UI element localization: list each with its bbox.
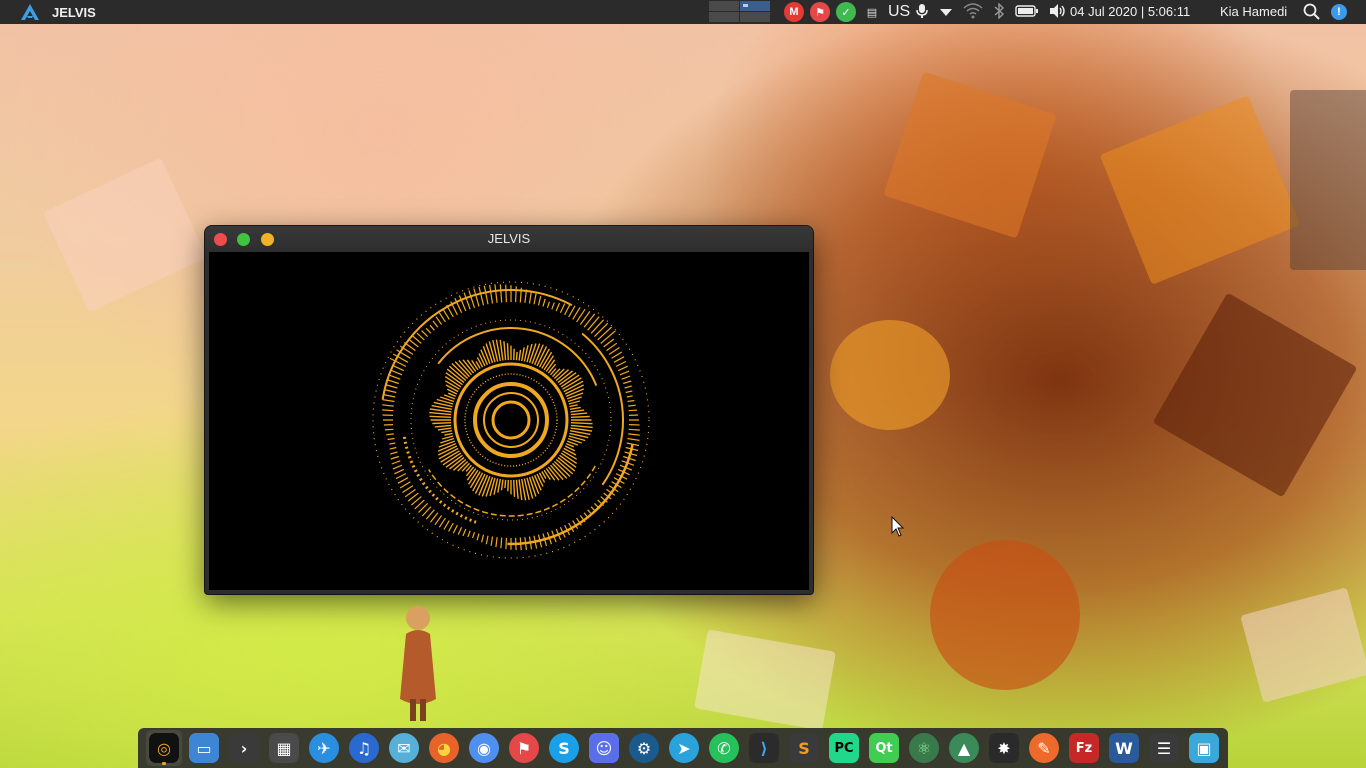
filezilla-icon: Fz xyxy=(1069,733,1099,763)
visualizer-core-ring xyxy=(491,400,531,440)
dock-item-jelvis[interactable]: ◎ xyxy=(146,730,182,766)
visualizer-arc xyxy=(428,465,596,517)
chromium-icon: ◉ xyxy=(469,733,499,763)
skype-icon: S xyxy=(549,733,579,763)
workspace-1[interactable] xyxy=(709,1,739,11)
dock-item-network-tool[interactable]: ✸ xyxy=(986,730,1022,766)
waveform-monitor-icon: W xyxy=(1109,733,1139,763)
dock-item-steam[interactable]: ⚙ xyxy=(626,730,662,766)
workspace-3[interactable] xyxy=(709,12,739,22)
dock-item-files[interactable]: ▭ xyxy=(186,730,222,766)
workspace-switcher[interactable] xyxy=(709,1,770,22)
audio-visualizer xyxy=(372,281,650,559)
dock-item-telegram[interactable]: ➤ xyxy=(666,730,702,766)
workspace-2[interactable] xyxy=(740,1,770,11)
terminal-icon: › xyxy=(229,733,259,763)
gmail-icon[interactable]: M xyxy=(784,2,804,22)
system-tray: M ⚑ ✓ ▤ xyxy=(784,0,882,24)
dock-item-qt-creator[interactable]: Qt xyxy=(866,730,902,766)
visualizer-arc xyxy=(402,434,477,524)
airplane-icon: ✈ xyxy=(309,733,339,763)
dock-item-discord[interactable]: ☺ xyxy=(586,730,622,766)
network-tool-icon: ✸ xyxy=(989,733,1019,763)
dock-item-pycharm[interactable]: PC xyxy=(826,730,862,766)
activities-button[interactable]: JELVIS xyxy=(0,0,96,24)
jelvis-icon: ◎ xyxy=(149,733,179,763)
atom-icon: ⚛ xyxy=(909,733,939,763)
dock-item-terminal[interactable]: › xyxy=(226,730,262,766)
mouse-cursor-icon xyxy=(891,516,905,537)
wifi-icon xyxy=(963,2,983,22)
qt-creator-icon: Qt xyxy=(869,733,899,763)
user-menu[interactable]: Kia Hamedi xyxy=(1220,0,1287,24)
notification-icon[interactable]: ! xyxy=(1331,4,1347,20)
bluetooth-icon xyxy=(993,1,1005,22)
dock-item-android-studio[interactable]: ▲ xyxy=(946,730,982,766)
feather-editor-icon: ✎ xyxy=(1029,733,1059,763)
workspace-4[interactable] xyxy=(740,12,770,22)
top-panel: JELVIS M ⚑ ✓ ▤ US 04 Jul 2020 | 5:06:11 Kia… xyxy=(0,0,1366,24)
dock-item-mail[interactable]: ✉ xyxy=(386,730,422,766)
android-studio-icon: ▲ xyxy=(949,733,979,763)
dock-item-whatsapp[interactable]: ✆ xyxy=(706,730,742,766)
files-icon: ▭ xyxy=(189,733,219,763)
clipboard-icon[interactable]: ▤ xyxy=(862,2,882,22)
wallpaper-figure xyxy=(400,606,436,721)
indicator-app-icon: ⚑ xyxy=(509,733,539,763)
search-icon[interactable] xyxy=(1302,2,1322,22)
dock-item-vscode[interactable]: ⟩ xyxy=(746,730,782,766)
sublime-text-icon: S xyxy=(789,733,819,763)
active-app-name: JELVIS xyxy=(52,4,96,20)
calculator-icon: ▦ xyxy=(269,733,299,763)
dock-item-screenshot-tool[interactable]: ▣ xyxy=(1186,730,1222,766)
settings-sliders-icon: ☰ xyxy=(1149,733,1179,763)
music-player-icon: ♫ xyxy=(349,733,379,763)
dock-item-sublime-text[interactable]: S xyxy=(786,730,822,766)
check-sync-icon[interactable]: ✓ xyxy=(836,2,856,22)
dock-item-skype[interactable]: S xyxy=(546,730,582,766)
firefox-icon: ◕ xyxy=(429,733,459,763)
status-area[interactable] xyxy=(915,0,1067,24)
date-time-clock[interactable]: 04 Jul 2020 | 5:06:11 xyxy=(1070,0,1190,24)
telegram-icon: ➤ xyxy=(669,733,699,763)
dock-item-feather-editor[interactable]: ✎ xyxy=(1026,730,1062,766)
dock-item-calculator[interactable]: ▦ xyxy=(266,730,302,766)
visualizer-inner-ring xyxy=(473,382,549,458)
dock-item-settings-sliders[interactable]: ☰ xyxy=(1146,730,1182,766)
microphone-icon xyxy=(915,3,929,22)
window-title: JELVIS xyxy=(487,231,531,246)
visualizer-inner-ring xyxy=(464,373,558,467)
dock-item-firefox[interactable]: ◕ xyxy=(426,730,462,766)
vscode-icon: ⟩ xyxy=(749,733,779,763)
menu-arrow-icon[interactable] xyxy=(939,5,953,20)
dock-item-indicator-app[interactable]: ⚑ xyxy=(506,730,542,766)
window-titlebar[interactable]: JELVIS xyxy=(205,226,813,252)
whatsapp-icon: ✆ xyxy=(709,733,739,763)
arc-logo-icon xyxy=(20,3,40,21)
pycharm-icon: PC xyxy=(829,733,859,763)
phone-indicator-icon[interactable]: ⚑ xyxy=(810,2,830,22)
steam-icon: ⚙ xyxy=(629,733,659,763)
dock-item-waveform-monitor[interactable]: W xyxy=(1106,730,1142,766)
visualizer-outer-spikes xyxy=(382,284,640,551)
dock-item-atom[interactable]: ⚛ xyxy=(906,730,942,766)
dock-item-music-player[interactable]: ♫ xyxy=(346,730,382,766)
screenshot-tool-icon: ▣ xyxy=(1189,733,1219,763)
jelvis-window: JELVIS xyxy=(205,226,813,594)
dock-item-chromium[interactable]: ◉ xyxy=(466,730,502,766)
visualizer-inner-ring xyxy=(453,362,569,478)
window-content xyxy=(209,252,809,590)
discord-icon: ☺ xyxy=(589,733,619,763)
keyboard-layout-indicator[interactable]: US xyxy=(888,0,910,24)
volume-icon xyxy=(1049,3,1067,22)
visualizer-arc xyxy=(581,332,624,486)
dock: ◎ ▭ › ▦ ✈ ♫ ✉ ◕ ◉ ⚑ S ☺ ⚙ ➤ ✆ ⟩ S PC Qt ⚛ ▲ ✸ ✎ Fz W ☰ ▣ xyxy=(138,728,1228,768)
mail-icon: ✉ xyxy=(389,733,419,763)
battery-icon xyxy=(1015,4,1039,21)
dock-item-airplane[interactable]: ✈ xyxy=(306,730,342,766)
dock-item-filezilla[interactable]: Fz xyxy=(1066,730,1102,766)
